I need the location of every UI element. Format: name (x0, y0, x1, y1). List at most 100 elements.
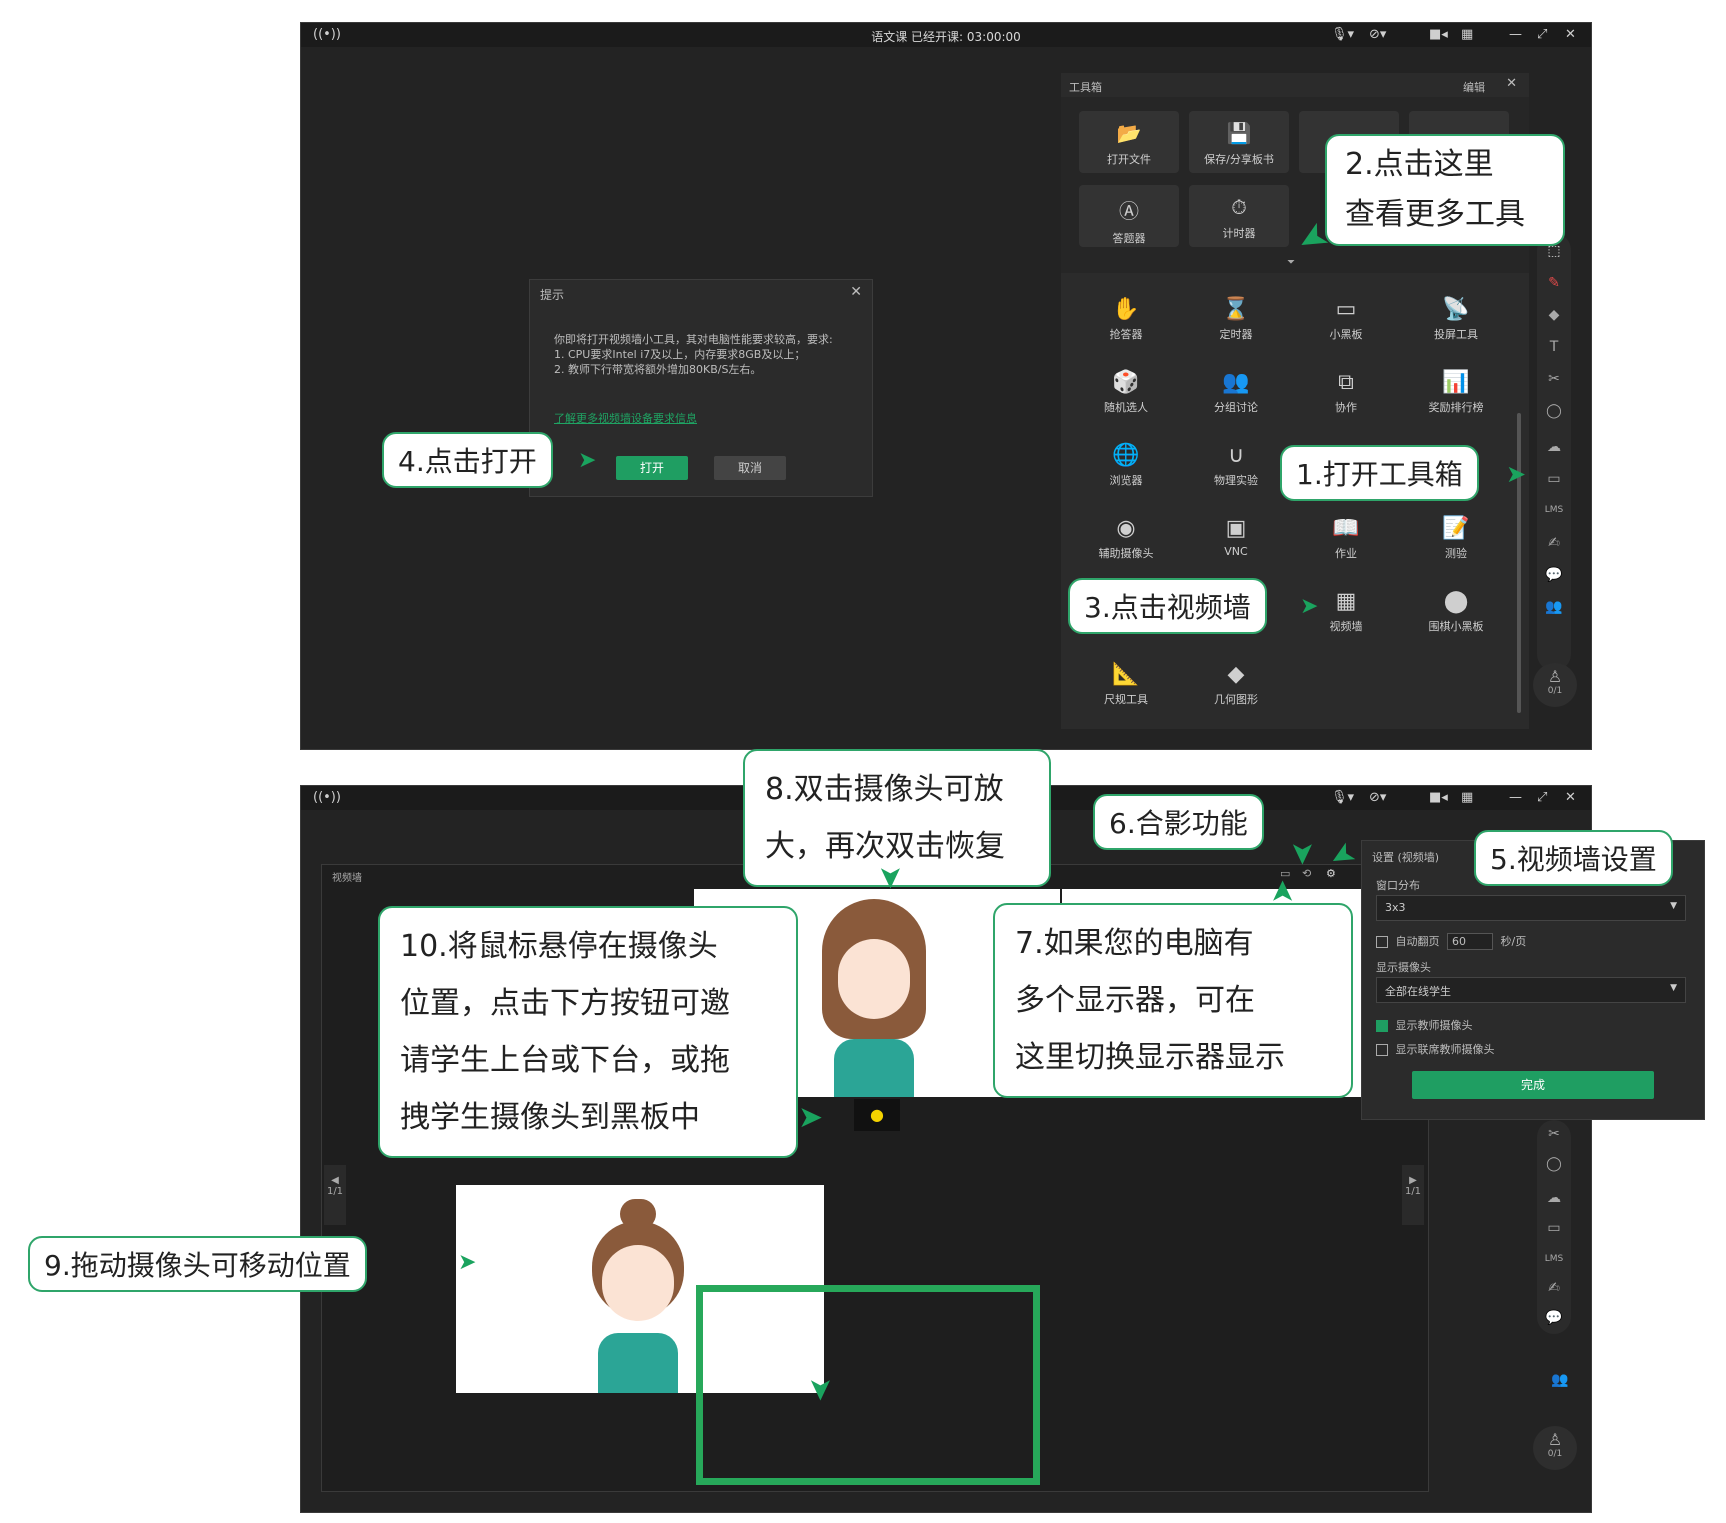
page-next-button[interactable]: ▶ 1/1 (1402, 1165, 1424, 1225)
edit-icon[interactable]: ✍ (1537, 535, 1571, 551)
arrow-icon: ➤ (458, 1250, 477, 1275)
tool-timer[interactable]: ⏱ 计时器 (1189, 185, 1289, 247)
dialog-close-icon[interactable]: ✕ (850, 284, 862, 300)
chat-icon[interactable]: 💬 (1537, 1310, 1571, 1326)
eraser-icon[interactable]: ◆ (1537, 307, 1571, 323)
text-icon[interactable]: T (1537, 339, 1571, 355)
show-camera-select[interactable]: 全部在线学生 ▼ (1376, 977, 1686, 1003)
tool-item[interactable]: ⬤ 围棋小黑板 (1401, 589, 1511, 634)
cancel-button[interactable]: 取消 (714, 456, 786, 480)
tool-save-share[interactable]: 💾 保存/分享板书 (1189, 111, 1289, 173)
minimize-icon[interactable]: — (1509, 27, 1522, 42)
speaker-icon[interactable]: ⊘▾ (1369, 790, 1386, 805)
toolbox-icon[interactable]: ▭ (1537, 1220, 1571, 1236)
close-icon[interactable]: ✕ (1565, 790, 1576, 805)
tool-item[interactable]: ⌛ 定时器 (1181, 297, 1291, 342)
shape-icon: ◆ (1227, 662, 1245, 687)
seat-icon: ♙ (1547, 1430, 1563, 1449)
tool-item[interactable]: 📡 投屏工具 (1401, 297, 1511, 342)
tool-answer[interactable]: Ⓐ 答题器 (1079, 185, 1179, 247)
scissors-icon[interactable]: ✂ (1537, 1126, 1571, 1142)
auto-page-stepper[interactable]: 60 (1447, 933, 1493, 950)
tool-item[interactable]: 📖 作业 (1291, 516, 1401, 561)
lms-icon[interactable]: LMS (1537, 505, 1571, 515)
stage-toggle-button[interactable]: ● (854, 1099, 900, 1131)
arrow-icon: ➤ (1285, 840, 1321, 867)
tool-item[interactable]: 📐 尺规工具 (1071, 662, 1181, 707)
layout-select[interactable]: 3x3 ▼ (1376, 895, 1686, 921)
toolbox-icon[interactable]: ▭ (1537, 471, 1571, 487)
auto-page-checkbox[interactable] (1376, 936, 1388, 948)
lms-icon[interactable]: LMS (1537, 1254, 1571, 1264)
callout-drag-camera: 9.拖动摄像头可移动位置 (28, 1236, 367, 1292)
tool-item[interactable]: 📝 测验 (1401, 516, 1511, 561)
page-indicator: 1/1 (326, 1186, 344, 1197)
tool-item[interactable]: ⧉ 协作 (1291, 370, 1401, 415)
tool-item[interactable]: 📊 奖励排行榜 (1401, 370, 1511, 415)
grid-icon[interactable]: ▦ (1461, 790, 1473, 805)
tool-item[interactable]: ◆ 几何图形 (1181, 662, 1291, 707)
user-icon: ● (870, 1105, 884, 1124)
toolbox-scrollbar[interactable] (1517, 413, 1521, 713)
show-joint-teacher-checkbox[interactable] (1376, 1044, 1388, 1056)
pen-icon[interactable]: ✎ (1537, 275, 1571, 291)
scissors-icon[interactable]: ✂ (1537, 371, 1571, 387)
mic-icon[interactable]: 🎙▾ (1331, 790, 1354, 805)
tool-item[interactable]: 🎲 随机选人 (1071, 370, 1181, 415)
users-icon[interactable]: 👥 (1551, 1372, 1568, 1388)
fullscreen-icon[interactable]: ⤢ (1537, 790, 1547, 805)
seat-button[interactable]: ♙ 0/1 (1533, 663, 1577, 707)
tool-item[interactable]: ✋ 抢答器 (1071, 297, 1181, 342)
shape-icon[interactable]: ◯ (1537, 403, 1571, 419)
show-teacher-checkbox[interactable] (1376, 1020, 1388, 1032)
edit-icon[interactable]: ✍ (1537, 1280, 1571, 1296)
toolbox-edit-button[interactable]: 编辑 (1463, 79, 1485, 95)
settings-gear-icon[interactable]: ⚙ (1326, 867, 1336, 880)
settings-title: 设置 (视频墙) (1372, 851, 1440, 864)
expand-more-icon[interactable]: ⏷ (1287, 257, 1295, 268)
video-icon[interactable]: ■◂ (1429, 27, 1448, 42)
chevron-left-icon: ◀ (331, 1175, 339, 1186)
close-icon[interactable]: ✕ (1565, 27, 1576, 42)
chat-icon[interactable]: 💬 (1537, 567, 1571, 583)
side-toolbar: ⬚ ✎ ◆ T ✂ ◯ ☁ ▭ LMS ✍ 💬 👥 (1537, 233, 1571, 671)
device-requirement-link[interactable]: 了解更多视频墙设备要求信息 (554, 410, 697, 426)
page-prev-button[interactable]: ◀ 1/1 (324, 1165, 346, 1225)
seat-button[interactable]: ♙ 0/1 (1533, 1426, 1577, 1470)
arrow-icon: ➤ (803, 1376, 839, 1403)
drag-target-outline (696, 1285, 1040, 1485)
cloud-icon[interactable]: ☁ (1537, 439, 1571, 455)
done-button[interactable]: 完成 (1412, 1071, 1654, 1099)
tool-label: 投屏工具 (1434, 328, 1478, 341)
shape-icon[interactable]: ◯ (1537, 1156, 1571, 1172)
mic-icon[interactable]: 🎙▾ (1331, 27, 1354, 42)
tool-label: 小黑板 (1329, 328, 1363, 341)
toolbox-close-icon[interactable]: ✕ (1506, 76, 1517, 91)
open-button[interactable]: 打开 (616, 456, 688, 480)
cloud-icon[interactable]: ☁ (1537, 1190, 1571, 1206)
hourglass-icon: ⌛ (1222, 297, 1250, 322)
users-icon[interactable]: 👥 (1537, 599, 1571, 615)
tool-label: 浏览器 (1109, 474, 1143, 487)
grid-icon[interactable]: ▦ (1461, 27, 1473, 42)
tool-open-file[interactable]: 📂 打开文件 (1079, 111, 1179, 173)
group-photo-icon[interactable]: ⟲ (1302, 867, 1311, 880)
speaker-icon[interactable]: ⊘▾ (1369, 27, 1386, 42)
tool-label: 作业 (1335, 547, 1357, 560)
tool-item[interactable]: 👥 分组讨论 (1181, 370, 1291, 415)
video-icon[interactable]: ■◂ (1429, 790, 1448, 805)
tool-item[interactable]: 🌐 浏览器 (1071, 443, 1181, 488)
tool-label: 围棋小黑板 (1428, 620, 1484, 633)
tool-item[interactable]: ▭ 小黑板 (1291, 297, 1401, 342)
fullscreen-icon[interactable]: ⤢ (1537, 27, 1547, 42)
seat-count: 0/1 (1547, 686, 1563, 696)
arrow-icon: ➤ (1300, 594, 1319, 619)
tool-label: 辅助摄像头 (1098, 547, 1154, 560)
tool-item[interactable]: ▣ VNC (1181, 516, 1291, 558)
tool-item[interactable]: ∪ 物理实验 (1181, 443, 1291, 488)
callout-multi-monitor: 7.如果您的电脑有 多个显示器，可在 这里切换显示器显示 (993, 903, 1353, 1098)
class-title: 语文课 已经开课: 03:00:00 (871, 30, 1021, 44)
tool-item[interactable]: ◉ 辅助摄像头 (1071, 516, 1181, 561)
minimize-icon[interactable]: — (1509, 790, 1522, 805)
auto-page-unit: 秒/页 (1500, 935, 1527, 948)
